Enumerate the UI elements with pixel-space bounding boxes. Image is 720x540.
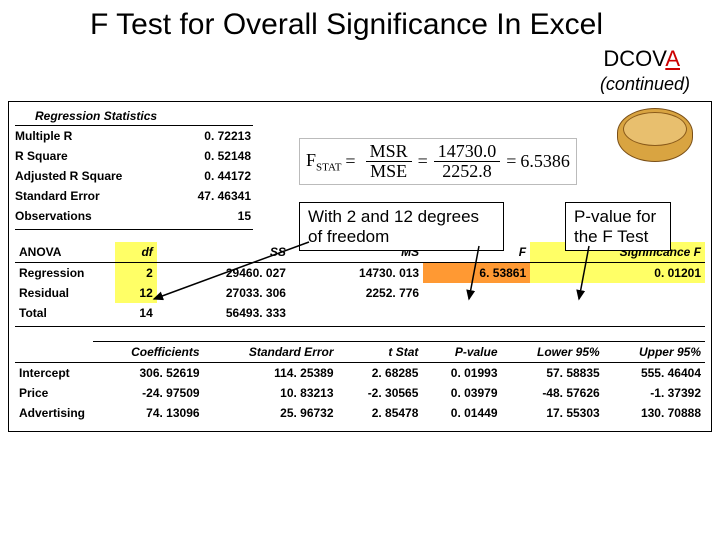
stat-value: 0. 72213 bbox=[204, 129, 251, 143]
col-header bbox=[15, 342, 93, 363]
regression-statistics: Regression Statistics Multiple R 0. 72213… bbox=[15, 108, 253, 230]
stat-value: 15 bbox=[238, 209, 251, 223]
coefficients-table: Coefficients Standard Error t Stat P-val… bbox=[15, 341, 705, 423]
content-box: Regression Statistics Multiple R 0. 72213… bbox=[8, 101, 712, 432]
table-row: Advertising 74. 1309625. 967322. 854780.… bbox=[15, 403, 705, 423]
formula-lhs: FSTAT bbox=[306, 150, 341, 174]
formula-num: MSR bbox=[366, 142, 412, 162]
dcova-tag: DCOVA bbox=[603, 46, 680, 72]
formula-den: 2252.8 bbox=[438, 162, 496, 181]
formula-result: 6.5386 bbox=[520, 151, 570, 172]
table-row: Price -24. 9750910. 83213-2. 305650. 039… bbox=[15, 383, 705, 403]
col-header: P-value bbox=[422, 342, 501, 363]
table-row: Observations 15 bbox=[15, 206, 253, 230]
col-header: Upper 95% bbox=[604, 342, 705, 363]
regstats-heading: Regression Statistics bbox=[15, 108, 253, 126]
stat-label: Standard Error bbox=[15, 189, 100, 203]
col-header: df bbox=[115, 242, 157, 263]
table-row: Adjusted R Square 0. 44172 bbox=[15, 166, 253, 186]
dcova-a: A bbox=[665, 46, 680, 71]
table-row: Regression 2 29460. 027 14730. 013 6. 53… bbox=[15, 263, 705, 284]
table-row: R Square 0. 52148 bbox=[15, 146, 253, 166]
stat-label: R Square bbox=[15, 149, 68, 163]
pie-image bbox=[617, 108, 693, 162]
stat-value: 0. 52148 bbox=[204, 149, 251, 163]
stat-label: Observations bbox=[15, 209, 92, 223]
df-callout: With 2 and 12 degrees of freedom bbox=[299, 202, 504, 251]
f-stat-formula: FSTAT = MSRMSE = 14730.02252.8 = 6.5386 bbox=[299, 138, 577, 185]
table-row: Intercept 306. 52619114. 253892. 682850.… bbox=[15, 363, 705, 384]
col-header: Lower 95% bbox=[502, 342, 604, 363]
anova-title: ANOVA bbox=[15, 242, 115, 263]
table-row: Residual 12 27033. 306 2252. 776 bbox=[15, 283, 705, 303]
stat-value: 0. 44172 bbox=[204, 169, 251, 183]
table-row: Standard Error 47. 46341 bbox=[15, 186, 253, 206]
dcova-prefix: DCOV bbox=[603, 46, 665, 71]
col-header: SS bbox=[157, 242, 290, 263]
stat-value: 47. 46341 bbox=[198, 189, 251, 203]
col-header: Coefficients bbox=[93, 342, 204, 363]
continued-label: (continued) bbox=[0, 74, 720, 95]
anova-table: ANOVA df SS MS F Significance F Regressi… bbox=[15, 242, 705, 327]
table-row: Multiple R 0. 72213 bbox=[15, 126, 253, 146]
stat-label: Adjusted R Square bbox=[15, 169, 122, 183]
col-header: Standard Error bbox=[204, 342, 338, 363]
formula-den: MSE bbox=[366, 162, 411, 181]
page-title: F Test for Overall Significance In Excel bbox=[90, 8, 603, 43]
formula-num: 14730.0 bbox=[434, 142, 501, 162]
col-header: t Stat bbox=[338, 342, 423, 363]
stat-label: Multiple R bbox=[15, 129, 72, 143]
table-row: Total 14 56493. 333 bbox=[15, 303, 705, 327]
pvalue-callout: P-value for the F Test bbox=[565, 202, 671, 251]
